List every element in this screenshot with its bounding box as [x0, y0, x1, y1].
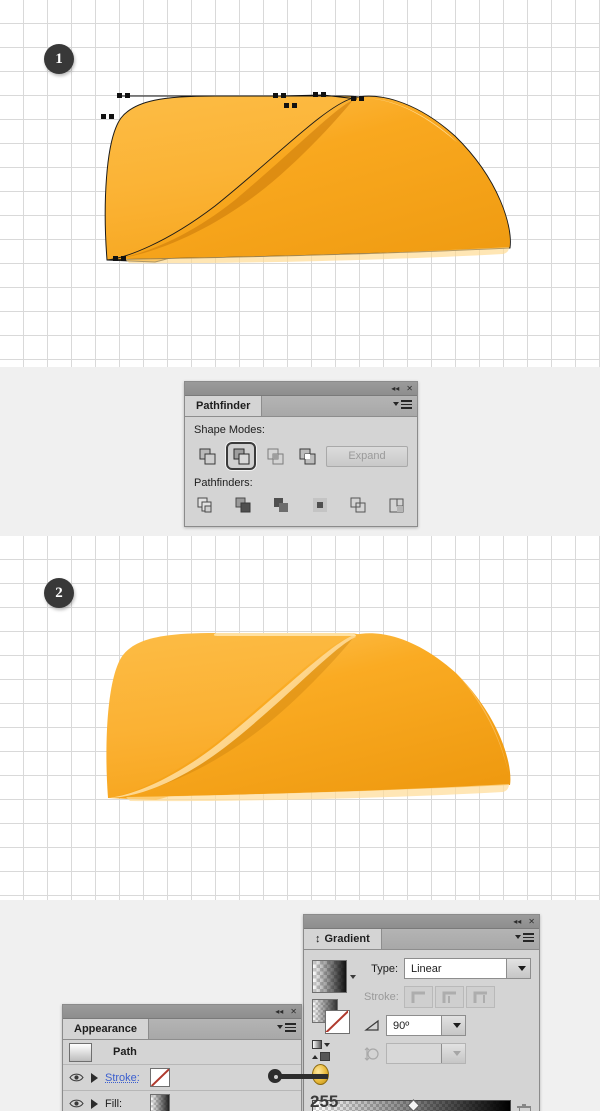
tab-gradient-label: Gradient — [324, 933, 370, 945]
appearance-rows: Path Stroke: Fill: — [63, 1040, 301, 1111]
appearance-stroke-label[interactable]: Stroke: — [105, 1072, 143, 1084]
gradient-tab-grip-icon: ↕ — [315, 933, 321, 945]
appearance-panel: ◂◂ ✕ Appearance Path Stroke: Fill: — [62, 1004, 302, 1111]
tab-pathfinder-label: Pathfinder — [196, 400, 251, 412]
gradient-aspect-input[interactable] — [386, 1043, 466, 1064]
annotator-line — [280, 1074, 328, 1079]
expand-button-label: Expand — [348, 450, 386, 462]
artwork-step-1 — [101, 92, 511, 264]
canvas-step-1: 1 — [0, 0, 600, 367]
appearance-object-row: Path — [63, 1040, 301, 1065]
gradient-slider[interactable] — [312, 1089, 531, 1111]
gradient-type-value: Linear — [411, 962, 442, 975]
pathfinder-tabrow: Pathfinder — [185, 396, 417, 417]
appearance-fill-label[interactable]: Fill: — [105, 1098, 143, 1110]
gradient-annotator-connector — [268, 1069, 328, 1085]
close-icon[interactable]: ✕ — [290, 1007, 297, 1016]
minus-front-button[interactable] — [226, 442, 256, 470]
gradient-right-controls: Type: Linear Stroke: 90º — [364, 958, 531, 1085]
gradient-titlebar: ◂◂ ✕ — [304, 915, 539, 929]
angle-icon — [364, 1019, 380, 1032]
shape-modes-label: Shape Modes: — [194, 424, 265, 436]
fill-stroke-swatches[interactable] — [312, 999, 352, 1035]
appearance-object-label: Path — [113, 1046, 137, 1058]
aspect-ratio-icon — [364, 1046, 380, 1061]
gradient-value-text: 255 — [310, 1092, 339, 1111]
collapse-icon[interactable]: ◂◂ — [391, 384, 399, 393]
gradient-tabrow: ↕ Gradient — [304, 929, 539, 950]
collapse-icon[interactable]: ◂◂ — [275, 1007, 283, 1016]
stroke-label: Stroke: — [364, 991, 399, 1003]
chevron-right-icon[interactable] — [91, 1072, 98, 1083]
gradient-panel: ◂◂ ✕ ↕ Gradient Type: Linear Stroke: 90º — [303, 914, 540, 1111]
canvas-step-2: 2 — [0, 536, 600, 900]
pathfinders-label: Pathfinders: — [194, 477, 253, 489]
appearance-row-stroke[interactable]: Stroke: — [63, 1065, 301, 1091]
trim-button[interactable] — [235, 497, 252, 517]
stroke-across-button[interactable] — [466, 986, 495, 1008]
step-badge-1-label: 1 — [55, 50, 63, 67]
eye-icon[interactable] — [69, 1098, 84, 1109]
gradient-type-select[interactable]: Linear — [404, 958, 531, 979]
chevron-down-icon[interactable] — [506, 959, 530, 978]
chevron-down-icon[interactable] — [441, 1016, 465, 1035]
panel-menu-icon[interactable] — [277, 1023, 296, 1032]
step-badge-1: 1 — [44, 44, 74, 74]
tutorial-page: 1 ◂◂ ✕ Pathfinder Shape Modes: Expand Pa… — [0, 0, 600, 1111]
reverse-gradient-icon[interactable] — [312, 1040, 356, 1049]
shape-modes-row: Expand — [194, 442, 408, 470]
step-badge-2: 2 — [44, 578, 74, 608]
fill-gradient-swatch[interactable] — [150, 1094, 170, 1111]
panel-menu-icon[interactable] — [393, 400, 412, 409]
artwork-step-2 — [106, 633, 511, 802]
chevron-down-icon[interactable] — [441, 1044, 465, 1063]
appearance-row-fill[interactable]: Fill: — [63, 1091, 301, 1111]
gradient-direction-icon[interactable] — [312, 1052, 356, 1061]
gradient-angle-value: 90º — [393, 1019, 410, 1032]
gradient-body: Type: Linear Stroke: 90º — [304, 950, 539, 1111]
merge-button[interactable] — [273, 497, 290, 517]
collapse-icon[interactable]: ◂◂ — [513, 917, 521, 926]
gradient-fill-swatch[interactable] — [312, 960, 347, 993]
minus-back-button[interactable] — [388, 497, 405, 517]
tab-pathfinder[interactable]: Pathfinder — [185, 396, 263, 416]
pathfinder-titlebar: ◂◂ ✕ — [185, 382, 417, 396]
gradient-left-controls — [312, 958, 356, 1085]
exclude-button[interactable] — [294, 444, 320, 468]
gradient-presets-chevron-icon[interactable] — [350, 974, 356, 979]
eye-icon[interactable] — [69, 1072, 84, 1083]
pathfinder-body: Shape Modes: Expand Pathfinders: — [185, 417, 417, 526]
delete-stop-icon[interactable] — [517, 1104, 531, 1111]
tab-gradient[interactable]: ↕ Gradient — [304, 929, 382, 949]
outline-button[interactable] — [350, 497, 367, 517]
tab-appearance[interactable]: Appearance — [63, 1019, 149, 1039]
stroke-along-button[interactable] — [435, 986, 464, 1008]
pathfinder-panel: ◂◂ ✕ Pathfinder Shape Modes: Expand Path… — [184, 381, 418, 527]
stroke-gradient-buttons — [404, 986, 495, 1008]
type-label: Type: — [371, 962, 398, 975]
unite-button[interactable] — [194, 444, 220, 468]
divide-button[interactable] — [197, 497, 214, 517]
tab-appearance-label: Appearance — [74, 1023, 137, 1035]
panel-menu-icon[interactable] — [515, 933, 534, 942]
pathfinders-row — [194, 495, 408, 517]
gradient-angle-input[interactable]: 90º — [386, 1015, 466, 1036]
stroke-none-swatch — [325, 1010, 348, 1032]
intersect-button[interactable] — [262, 444, 288, 468]
appearance-titlebar: ◂◂ ✕ — [63, 1005, 301, 1019]
step-badge-2-label: 2 — [55, 584, 63, 601]
object-thumbnail — [69, 1042, 92, 1062]
close-icon[interactable]: ✕ — [528, 917, 535, 926]
chevron-right-icon[interactable] — [91, 1098, 98, 1109]
appearance-tabrow: Appearance — [63, 1019, 301, 1040]
crop-button[interactable] — [312, 497, 329, 517]
stroke-within-button[interactable] — [404, 986, 433, 1008]
stroke-none-swatch[interactable] — [150, 1068, 170, 1087]
close-icon[interactable]: ✕ — [406, 384, 413, 393]
expand-button[interactable]: Expand — [326, 445, 408, 467]
